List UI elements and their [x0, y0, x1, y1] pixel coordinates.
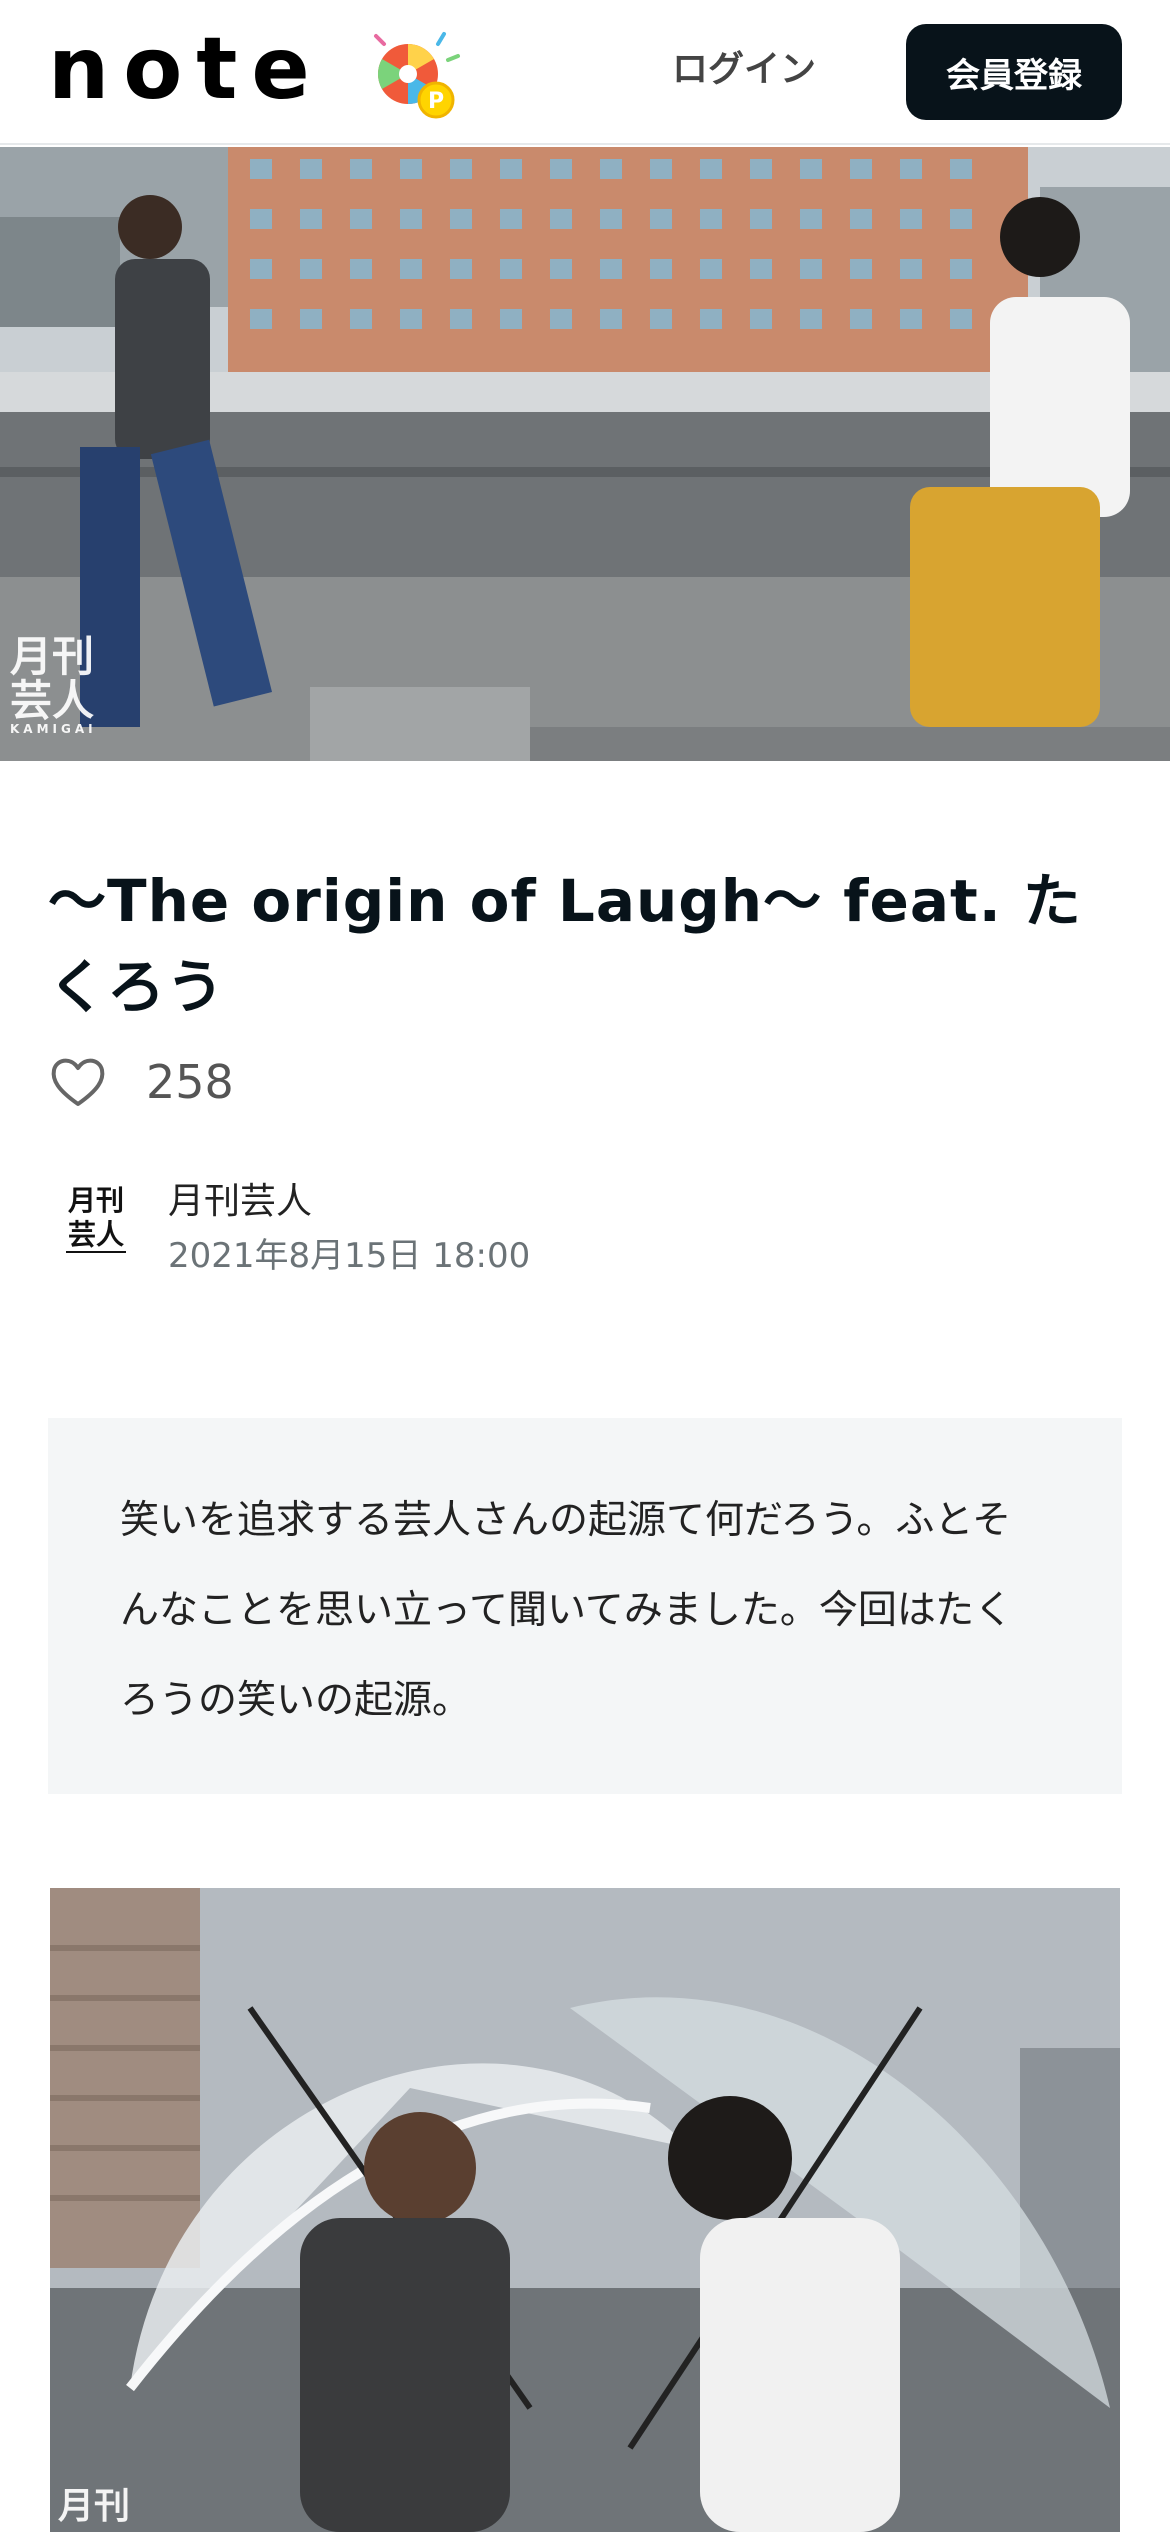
hero-image: 月刊 芸人 KAMIGAI	[0, 147, 1170, 761]
hero-watermark-sub: KAMIGAI	[10, 722, 97, 737]
hero-watermark-line1: 月刊	[10, 632, 95, 681]
svg-text:P: P	[428, 89, 444, 114]
hero-watermark-line2: 芸人	[10, 676, 95, 726]
post-date: 2021年8月15日 18:00	[168, 1236, 531, 1276]
author-name[interactable]: 月刊芸人	[168, 1172, 312, 1224]
hero-photo	[0, 147, 1170, 761]
point-roulette-icon: P	[374, 32, 460, 119]
top-header: note P ログイン 会員登録	[0, 0, 1170, 145]
author-avatar[interactable]: 月刊 芸人	[56, 1176, 136, 1256]
like-count: 258	[146, 1055, 234, 1109]
logo-text: note	[48, 19, 324, 119]
note-logo[interactable]: note P	[48, 26, 468, 119]
article-image: 月刊	[50, 1888, 1120, 2532]
signup-button[interactable]: 会員登録	[906, 24, 1122, 120]
summary-box: 笑いを追求する芸人さんの起源て何だろう。ふとそんなことを思い立って聞いてみました…	[48, 1418, 1122, 1794]
login-link[interactable]: ログイン	[672, 42, 816, 98]
avatar-line1: 月刊	[67, 1184, 124, 1217]
heart-icon[interactable]	[48, 1054, 108, 1110]
article-title: 〜The origin of Laugh〜 feat. たくろう	[48, 867, 1082, 1021]
summary-text: 笑いを追求する芸人さんの起源て何だろう。ふとそんなことを思い立って聞いてみました…	[120, 1498, 1014, 1723]
umbrella-photo	[50, 1888, 1120, 2532]
like-area: 258	[48, 1048, 234, 1116]
avatar-line2: 芸人	[68, 1218, 124, 1251]
author-avatar-logo: 月刊 芸人	[56, 1176, 136, 1256]
photo2-watermark: 月刊	[58, 2486, 131, 2527]
